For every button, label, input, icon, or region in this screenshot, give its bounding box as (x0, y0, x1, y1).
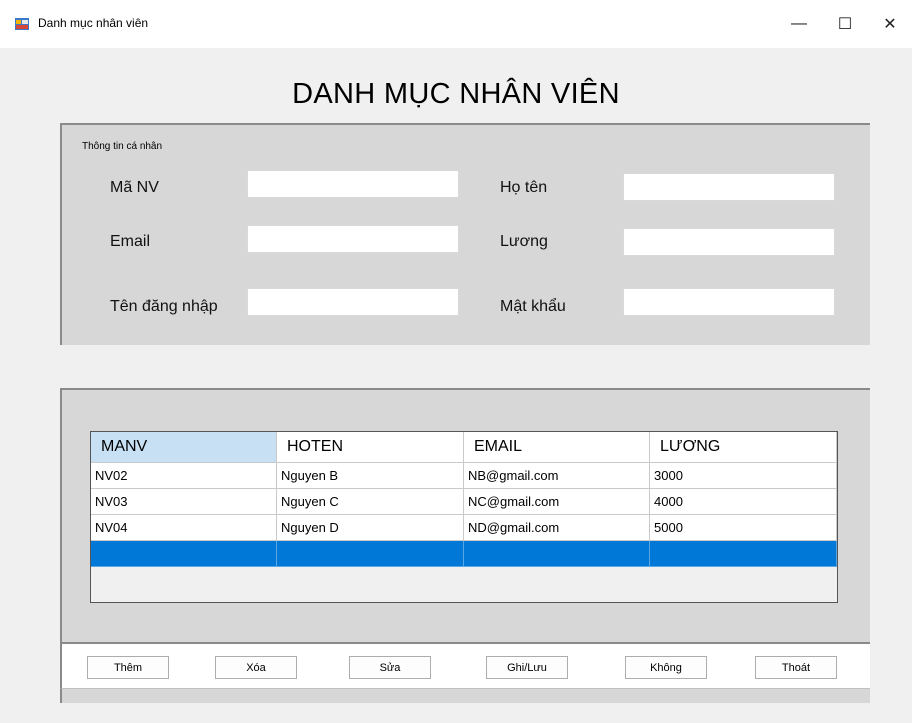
email-input[interactable] (247, 225, 459, 253)
cell-email[interactable]: NB@gmail.com (464, 463, 650, 489)
cell-new-email[interactable] (464, 541, 650, 567)
minimize-icon[interactable]: — (786, 12, 812, 36)
cell-luong[interactable]: 3000 (650, 463, 837, 489)
cell-luong[interactable]: 4000 (650, 489, 837, 515)
cell-manv[interactable]: NV04 (91, 515, 277, 541)
table-row[interactable]: NV02 Nguyen B NB@gmail.com 3000 (91, 463, 837, 489)
app-form-icon (15, 18, 29, 30)
cell-hoten[interactable]: Nguyen D (277, 515, 464, 541)
label-matkhau: Mật khẩu (500, 298, 566, 315)
group-title: Thông tin cá nhân (82, 141, 163, 152)
window-title: Danh mục nhân viên (38, 16, 149, 30)
grid-panel: MANV HOTEN EMAIL LƯƠNG NV02 Nguyen B NB@… (60, 388, 870, 645)
matkhau-input[interactable] (623, 288, 835, 316)
label-email: Email (110, 233, 151, 250)
employee-grid[interactable]: MANV HOTEN EMAIL LƯƠNG NV02 Nguyen B NB@… (90, 431, 838, 603)
app-window: Danh mục nhân viên — ☐ ✕ DANH MỤC NHÂN V… (0, 0, 912, 723)
page-title: DANH MỤC NHÂN VIÊN (292, 78, 620, 110)
cell-new-manv[interactable] (91, 541, 277, 567)
luong-input[interactable] (623, 228, 835, 256)
maximize-icon[interactable]: ☐ (832, 12, 858, 36)
edit-button[interactable]: Sửa (349, 656, 431, 679)
hoten-input[interactable] (623, 173, 835, 201)
table-row[interactable]: NV03 Nguyen C NC@gmail.com 4000 (91, 489, 837, 515)
cell-new-hoten[interactable] (277, 541, 464, 567)
table-row[interactable]: NV04 Nguyen D ND@gmail.com 5000 (91, 515, 837, 541)
title-bar[interactable]: Danh mục nhân viên — ☐ ✕ (0, 0, 912, 48)
save-button[interactable]: Ghi/Lưu (486, 656, 568, 679)
new-row-selected[interactable] (91, 541, 837, 567)
button-bar: Thêm Xóa Sửa Ghi/Lưu Không Thoát (60, 642, 870, 690)
cell-email[interactable]: ND@gmail.com (464, 515, 650, 541)
manv-input[interactable] (247, 170, 459, 198)
grid-header-row: MANV HOTEN EMAIL LƯƠNG (91, 432, 837, 463)
cell-manv[interactable]: NV02 (91, 463, 277, 489)
cell-hoten[interactable]: Nguyen C (277, 489, 464, 515)
add-button[interactable]: Thêm (87, 656, 169, 679)
tendangnhap-input[interactable] (247, 288, 459, 316)
cell-luong[interactable]: 5000 (650, 515, 837, 541)
column-header-hoten[interactable]: HOTEN (277, 432, 464, 463)
cell-email[interactable]: NC@gmail.com (464, 489, 650, 515)
bottom-panel (60, 688, 870, 703)
label-luong: Lương (500, 233, 548, 250)
close-icon[interactable]: ✕ (877, 12, 903, 36)
cell-new-luong[interactable] (650, 541, 837, 567)
column-header-luong[interactable]: LƯƠNG (650, 432, 837, 463)
cell-manv[interactable]: NV03 (91, 489, 277, 515)
cancel-button[interactable]: Không (625, 656, 707, 679)
label-hoten: Họ tên (500, 179, 548, 196)
cell-hoten[interactable]: Nguyen B (277, 463, 464, 489)
column-header-manv[interactable]: MANV (91, 432, 277, 463)
personal-info-group: Thông tin cá nhân Mã NV Họ tên Email Lươ… (60, 123, 870, 345)
label-tendangnhap: Tên đăng nhập (110, 298, 218, 315)
delete-button[interactable]: Xóa (215, 656, 297, 679)
label-manv: Mã NV (110, 179, 159, 196)
exit-button[interactable]: Thoát (755, 656, 837, 679)
column-header-email[interactable]: EMAIL (464, 432, 650, 463)
